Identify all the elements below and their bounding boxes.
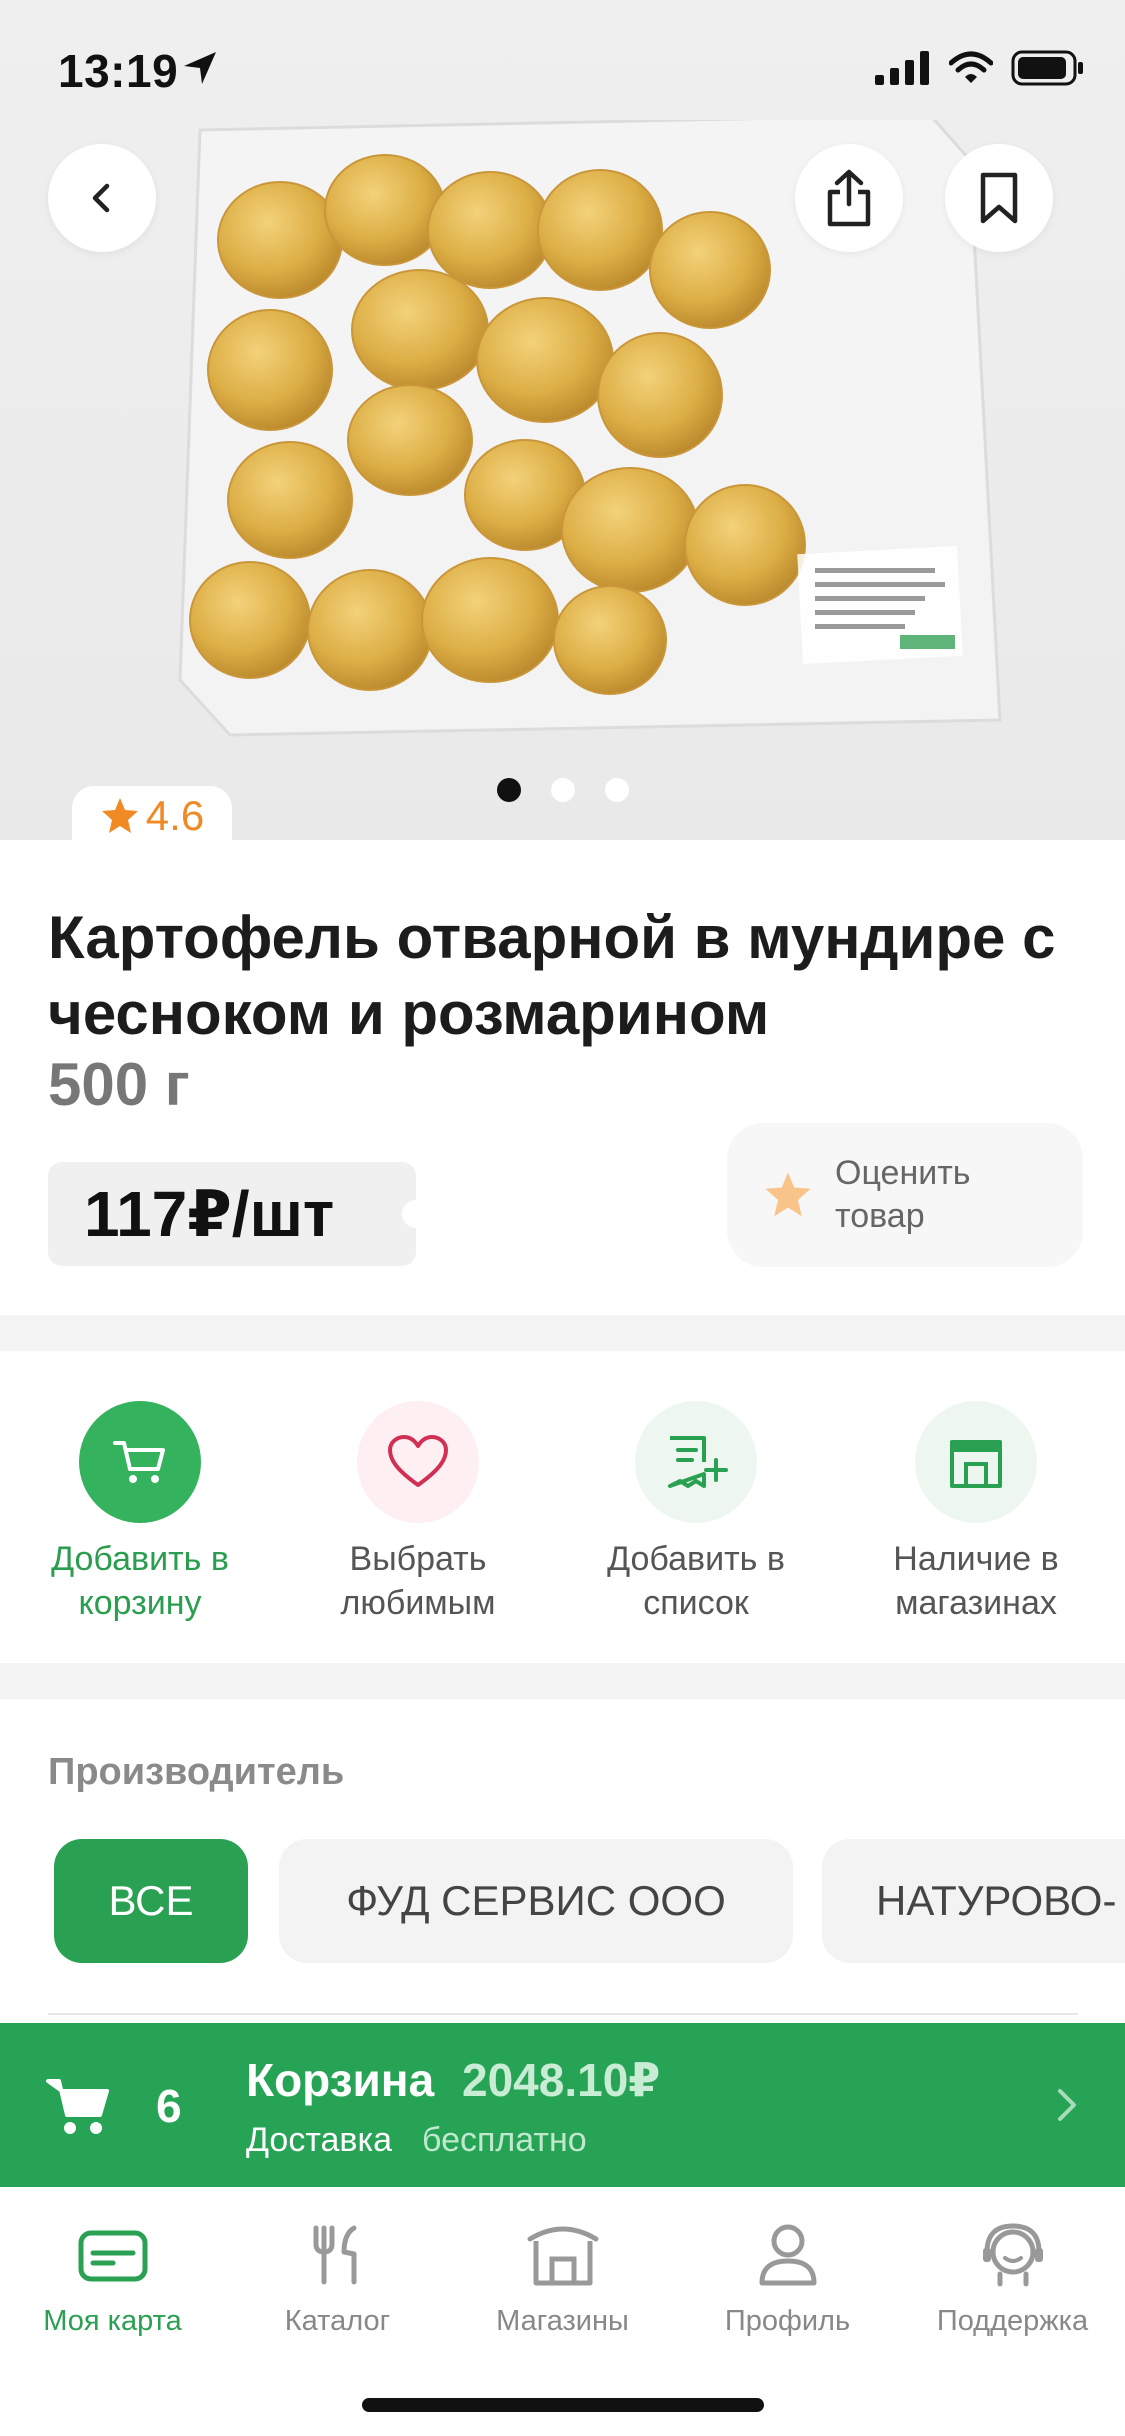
delivery-label: Доставка xyxy=(246,2121,393,2159)
chevron-right-icon xyxy=(1058,2089,1076,2121)
tab-label: Моя карта xyxy=(43,2305,182,2337)
favorite-button[interactable] xyxy=(357,1401,479,1523)
add-to-list-action[interactable]: Добавить в список xyxy=(576,1401,816,1625)
tab-catalog[interactable]: Каталог xyxy=(225,2215,450,2338)
page-dot[interactable] xyxy=(550,778,575,802)
add-to-cart-button[interactable] xyxy=(79,1401,201,1523)
support-icon xyxy=(982,2223,1043,2287)
rate-product-button[interactable]: Оценить товар xyxy=(727,1123,1083,1267)
tab-label: Поддержка xyxy=(936,2305,1089,2337)
price-tag-notch xyxy=(402,1200,430,1228)
home-indicator xyxy=(362,2398,764,2412)
add-to-cart-label: Добавить в корзину xyxy=(51,1540,229,1622)
price-tag: 117₽/шт xyxy=(48,1162,430,1266)
location-arrow-icon xyxy=(184,52,216,84)
tab-stores[interactable]: Магазины xyxy=(450,2215,675,2338)
rating-value: 4.6 xyxy=(145,792,205,839)
rating-badge: 4.6 xyxy=(72,786,232,840)
section-divider xyxy=(0,1663,1125,1699)
add-to-cart-action[interactable]: Добавить в корзину xyxy=(20,1401,260,1625)
manufacturer-chip[interactable]: ФУД СЕРВИС ООО xyxy=(279,1839,793,1963)
cart-total: 2048.10₽ xyxy=(462,2054,661,2106)
manufacturer-chip-all[interactable]: ВСЕ xyxy=(54,1839,248,1963)
bookmark-button[interactable] xyxy=(945,144,1053,252)
store-availability-action[interactable]: Наличие в магазинах xyxy=(856,1401,1096,1625)
back-button[interactable] xyxy=(48,144,156,252)
add-to-list-button[interactable] xyxy=(635,1401,757,1523)
product-image-gallery[interactable]: 13:19 4.6 xyxy=(0,0,1125,840)
cart-icon xyxy=(113,1441,165,1483)
add-to-list-label: Добавить в список xyxy=(607,1540,785,1622)
tab-support[interactable]: Поддержка xyxy=(900,2215,1125,2338)
battery-icon xyxy=(1011,50,1083,86)
bookmark-icon xyxy=(980,172,1018,224)
divider xyxy=(48,2013,1078,2015)
chevron-left-icon xyxy=(92,183,110,213)
status-time: 13:19 xyxy=(58,45,179,97)
page-dot[interactable] xyxy=(496,778,521,802)
product-actions: Добавить в корзину Выбрать любимым Добав… xyxy=(0,1351,1125,1663)
section-divider xyxy=(0,1315,1125,1351)
cart-bar[interactable]: 6 Корзина 2048.10₽ Доставка бесплатно xyxy=(0,2023,1125,2187)
tab-label: Каталог xyxy=(284,2305,391,2337)
store-availability-button[interactable] xyxy=(915,1401,1037,1523)
page-dot[interactable] xyxy=(604,778,629,802)
heart-icon xyxy=(388,1435,448,1487)
product-info: Картофель отварной в мундире с чесноком … xyxy=(0,840,1125,1315)
product-price: 117₽/шт xyxy=(84,1177,335,1250)
favorite-label: Выбрать любимым xyxy=(340,1540,496,1622)
product-weight: 500 г xyxy=(48,1051,190,1118)
tab-profile[interactable]: Профиль xyxy=(675,2215,900,2338)
star-icon xyxy=(765,1172,811,1217)
product-title: Картофель отварной в мундире с чесноком … xyxy=(48,904,1056,1047)
profile-icon xyxy=(759,2224,816,2286)
tab-my-card[interactable]: Моя карта xyxy=(0,2215,225,2338)
rate-product-label: Оценить товар xyxy=(835,1154,971,1235)
list-add-icon xyxy=(668,1436,728,1488)
cart-count: 6 xyxy=(156,2080,182,2132)
cellular-signal-icon xyxy=(875,51,929,85)
status-indicators xyxy=(875,50,1085,86)
status-bar: 13:19 xyxy=(0,0,1125,140)
manufacturer-chip[interactable]: НАТУРОВО- xyxy=(822,1839,1125,1963)
card-icon xyxy=(78,2230,147,2282)
cart-icon xyxy=(46,2079,109,2134)
store-icon xyxy=(527,2226,598,2286)
wifi-icon xyxy=(949,51,993,83)
favorite-action[interactable]: Выбрать любимым xyxy=(298,1401,538,1625)
store-availability-label: Наличие в магазинах xyxy=(893,1540,1059,1622)
tab-label: Профиль xyxy=(724,2305,851,2337)
tab-label: Магазины xyxy=(496,2305,629,2337)
manufacturer-title: Производитель xyxy=(48,1751,345,1793)
store-icon xyxy=(950,1440,1002,1488)
cart-label: Корзина xyxy=(246,2054,435,2106)
manufacturer-filter: Производитель ВСЕ ФУД СЕРВИС ООО НАТУРОВ… xyxy=(0,1699,1125,2019)
share-button[interactable] xyxy=(795,144,903,252)
star-icon xyxy=(101,798,138,833)
delivery-value: бесплатно xyxy=(422,2121,587,2159)
fork-knife-icon xyxy=(313,2225,356,2285)
share-icon xyxy=(827,169,871,227)
